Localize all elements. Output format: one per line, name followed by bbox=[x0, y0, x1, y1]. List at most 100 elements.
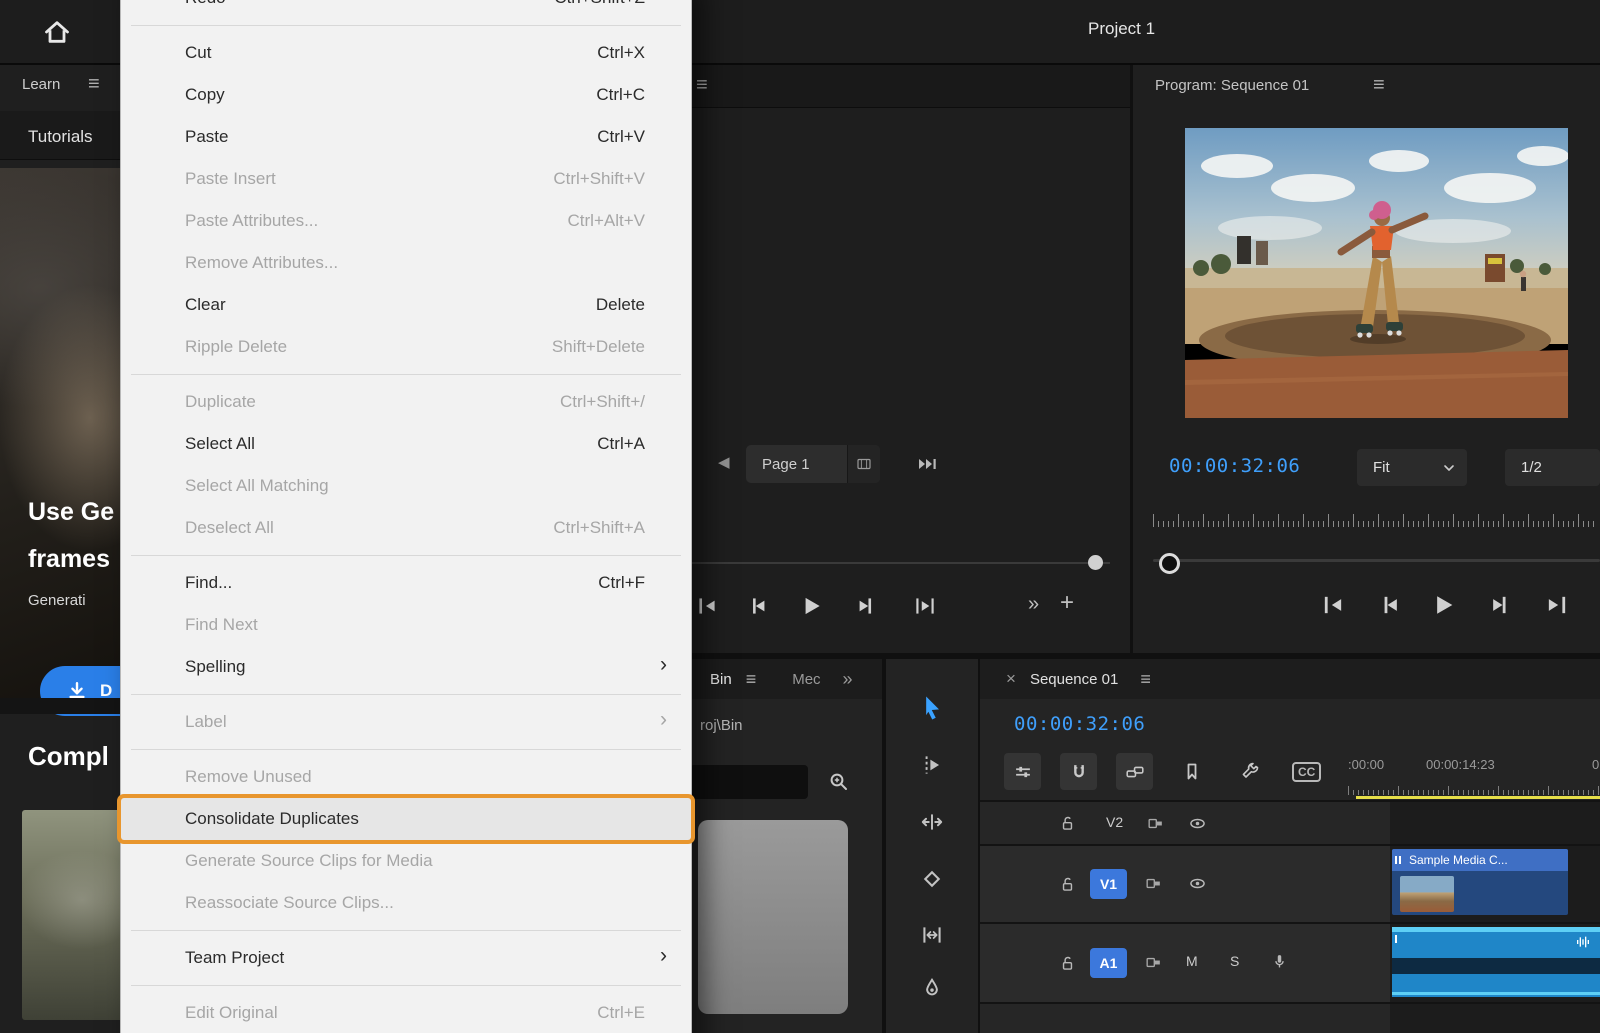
solo-button[interactable]: S bbox=[1230, 953, 1239, 969]
learn-panel-menu-icon[interactable]: ≡ bbox=[88, 74, 100, 94]
menu-item-team-project[interactable]: Team Project› bbox=[121, 937, 691, 979]
close-icon[interactable]: × bbox=[1006, 669, 1016, 689]
track-lane-v1[interactable]: Sample Media C... bbox=[1390, 844, 1600, 922]
track-patch-icon[interactable] bbox=[1142, 951, 1164, 973]
play-in-to-out-icon[interactable] bbox=[910, 591, 940, 621]
linked-selection-icon bbox=[1124, 761, 1146, 783]
add-button[interactable]: + bbox=[1060, 589, 1074, 617]
track-lane-a1[interactable] bbox=[1390, 922, 1600, 1002]
ruler-tick bbox=[1583, 521, 1584, 527]
menu-item-redo[interactable]: RedoCtrl+Shift+Z bbox=[121, 0, 691, 19]
trim-handle[interactable] bbox=[1395, 935, 1397, 943]
menu-item-label: Remove Attributes... bbox=[185, 253, 338, 273]
eye-icon[interactable] bbox=[1186, 812, 1208, 834]
track-target-a1[interactable]: A1 bbox=[1090, 948, 1127, 978]
track-patch-icon[interactable] bbox=[1142, 872, 1164, 894]
page-back-icon[interactable]: ◀ bbox=[718, 453, 730, 471]
track-lane-v2[interactable] bbox=[1390, 800, 1600, 844]
menu-item-select-all[interactable]: Select AllCtrl+A bbox=[121, 423, 691, 465]
timeline-settings-button[interactable] bbox=[1236, 758, 1264, 786]
slip-tool[interactable] bbox=[912, 915, 952, 955]
search-icon[interactable] bbox=[824, 767, 854, 797]
step-forward-icon[interactable] bbox=[850, 591, 880, 621]
ruler-tick bbox=[1553, 790, 1554, 795]
timeline-timecode[interactable]: 00:00:32:06 bbox=[1014, 713, 1145, 735]
step-back-icon[interactable] bbox=[1375, 589, 1407, 621]
ruler-tick bbox=[1573, 521, 1574, 527]
program-panel-menu-icon[interactable]: ≡ bbox=[1373, 75, 1385, 95]
razor-tool[interactable] bbox=[912, 859, 952, 899]
panel-overflow-icon[interactable]: » bbox=[1028, 593, 1039, 616]
project-zoom-bar[interactable] bbox=[690, 562, 1110, 564]
go-to-in-icon[interactable] bbox=[692, 591, 722, 621]
lock-open-icon[interactable] bbox=[1056, 952, 1078, 974]
menu-item-spelling[interactable]: Spelling› bbox=[121, 646, 691, 688]
project-panel-menu-icon[interactable]: ≡ bbox=[696, 75, 708, 95]
program-video-frame[interactable] bbox=[1185, 128, 1568, 418]
play-around-icon[interactable] bbox=[912, 449, 942, 479]
bin-tabbar: Bin ≡ Mec » bbox=[688, 659, 882, 699]
add-marker-button[interactable] bbox=[1178, 758, 1206, 786]
project-zoom-knob[interactable] bbox=[1088, 555, 1103, 570]
play-button[interactable] bbox=[1427, 589, 1459, 621]
program-ruler[interactable] bbox=[1153, 503, 1600, 527]
linked-selection-button[interactable] bbox=[1116, 753, 1153, 790]
go-to-out-icon[interactable] bbox=[1541, 589, 1573, 621]
menu-item-consolidate-duplicates[interactable]: Consolidate Duplicates bbox=[121, 798, 691, 840]
ripple-edit-tool[interactable] bbox=[912, 802, 952, 842]
snap-button[interactable] bbox=[1060, 753, 1097, 790]
mute-button[interactable]: M bbox=[1186, 953, 1198, 969]
bin-scrollbar-thumb[interactable] bbox=[698, 820, 848, 1014]
menu-item-paste[interactable]: PasteCtrl+V bbox=[121, 116, 691, 158]
ruler-tick bbox=[1278, 514, 1279, 527]
home-button[interactable] bbox=[34, 12, 80, 52]
menu-item-clear[interactable]: ClearDelete bbox=[121, 284, 691, 326]
captions-button[interactable]: CC bbox=[1292, 762, 1321, 782]
step-forward-icon[interactable] bbox=[1483, 589, 1515, 621]
bin-search-input[interactable] bbox=[690, 765, 808, 799]
timeline-ruler[interactable] bbox=[1348, 777, 1600, 795]
tab-overflow-icon[interactable]: » bbox=[843, 669, 853, 690]
ruler-tick bbox=[1528, 790, 1529, 795]
tab-sequence[interactable]: Sequence 01 bbox=[1030, 671, 1118, 688]
lock-open-icon[interactable] bbox=[1056, 812, 1078, 834]
tab-tutorials[interactable]: Tutorials bbox=[28, 127, 93, 147]
lock-open-icon[interactable] bbox=[1056, 873, 1078, 895]
eye-icon[interactable] bbox=[1186, 872, 1208, 894]
pen-tool[interactable] bbox=[912, 969, 952, 1009]
trim-handle[interactable] bbox=[1395, 856, 1397, 864]
menu-item-find[interactable]: Find...Ctrl+F bbox=[121, 562, 691, 604]
timeline-panel-menu-icon[interactable]: ≡ bbox=[1140, 670, 1151, 688]
ruler-tick bbox=[1188, 521, 1189, 527]
resolution-dropdown[interactable]: 1/2 bbox=[1505, 449, 1600, 486]
page-selector[interactable]: Page 1 bbox=[746, 445, 880, 483]
menu-item-cut[interactable]: CutCtrl+X bbox=[121, 32, 691, 74]
menu-separator bbox=[121, 549, 691, 562]
play-button[interactable] bbox=[796, 591, 826, 621]
step-back-icon[interactable] bbox=[744, 591, 774, 621]
track-header-a1[interactable]: A1 M S bbox=[980, 922, 1390, 1002]
video-clip[interactable]: Sample Media C... bbox=[1392, 849, 1568, 915]
track-header-a2[interactable] bbox=[980, 1002, 1390, 1033]
program-timecode[interactable]: 00:00:32:06 bbox=[1169, 455, 1300, 477]
menu-item-copy[interactable]: CopyCtrl+C bbox=[121, 74, 691, 116]
selection-tool[interactable] bbox=[912, 687, 952, 727]
zoom-fit-dropdown[interactable]: Fit bbox=[1357, 449, 1467, 486]
go-to-in-icon[interactable] bbox=[1317, 589, 1349, 621]
program-playhead-knob[interactable] bbox=[1159, 553, 1180, 574]
track-select-tool[interactable] bbox=[912, 745, 952, 785]
tab-bin[interactable]: Bin bbox=[710, 671, 732, 688]
track-lane-a2[interactable] bbox=[1390, 1002, 1600, 1033]
track-header-v2[interactable]: V2 bbox=[980, 800, 1390, 844]
track-target-v1[interactable]: V1 bbox=[1090, 869, 1127, 899]
audio-clip[interactable] bbox=[1392, 927, 1600, 997]
mic-icon[interactable] bbox=[1268, 950, 1290, 972]
tab-media[interactable]: Mec bbox=[792, 671, 820, 688]
trim-handle[interactable] bbox=[1399, 856, 1401, 864]
program-scroll-bar[interactable] bbox=[1153, 559, 1600, 562]
track-patch-icon[interactable] bbox=[1144, 812, 1166, 834]
page-filmstrip-icon[interactable] bbox=[847, 445, 880, 483]
timeline-display-settings-button[interactable] bbox=[1004, 753, 1041, 790]
bin-panel-menu-icon[interactable]: ≡ bbox=[746, 670, 757, 688]
track-header-v1[interactable]: V1 bbox=[980, 844, 1390, 922]
